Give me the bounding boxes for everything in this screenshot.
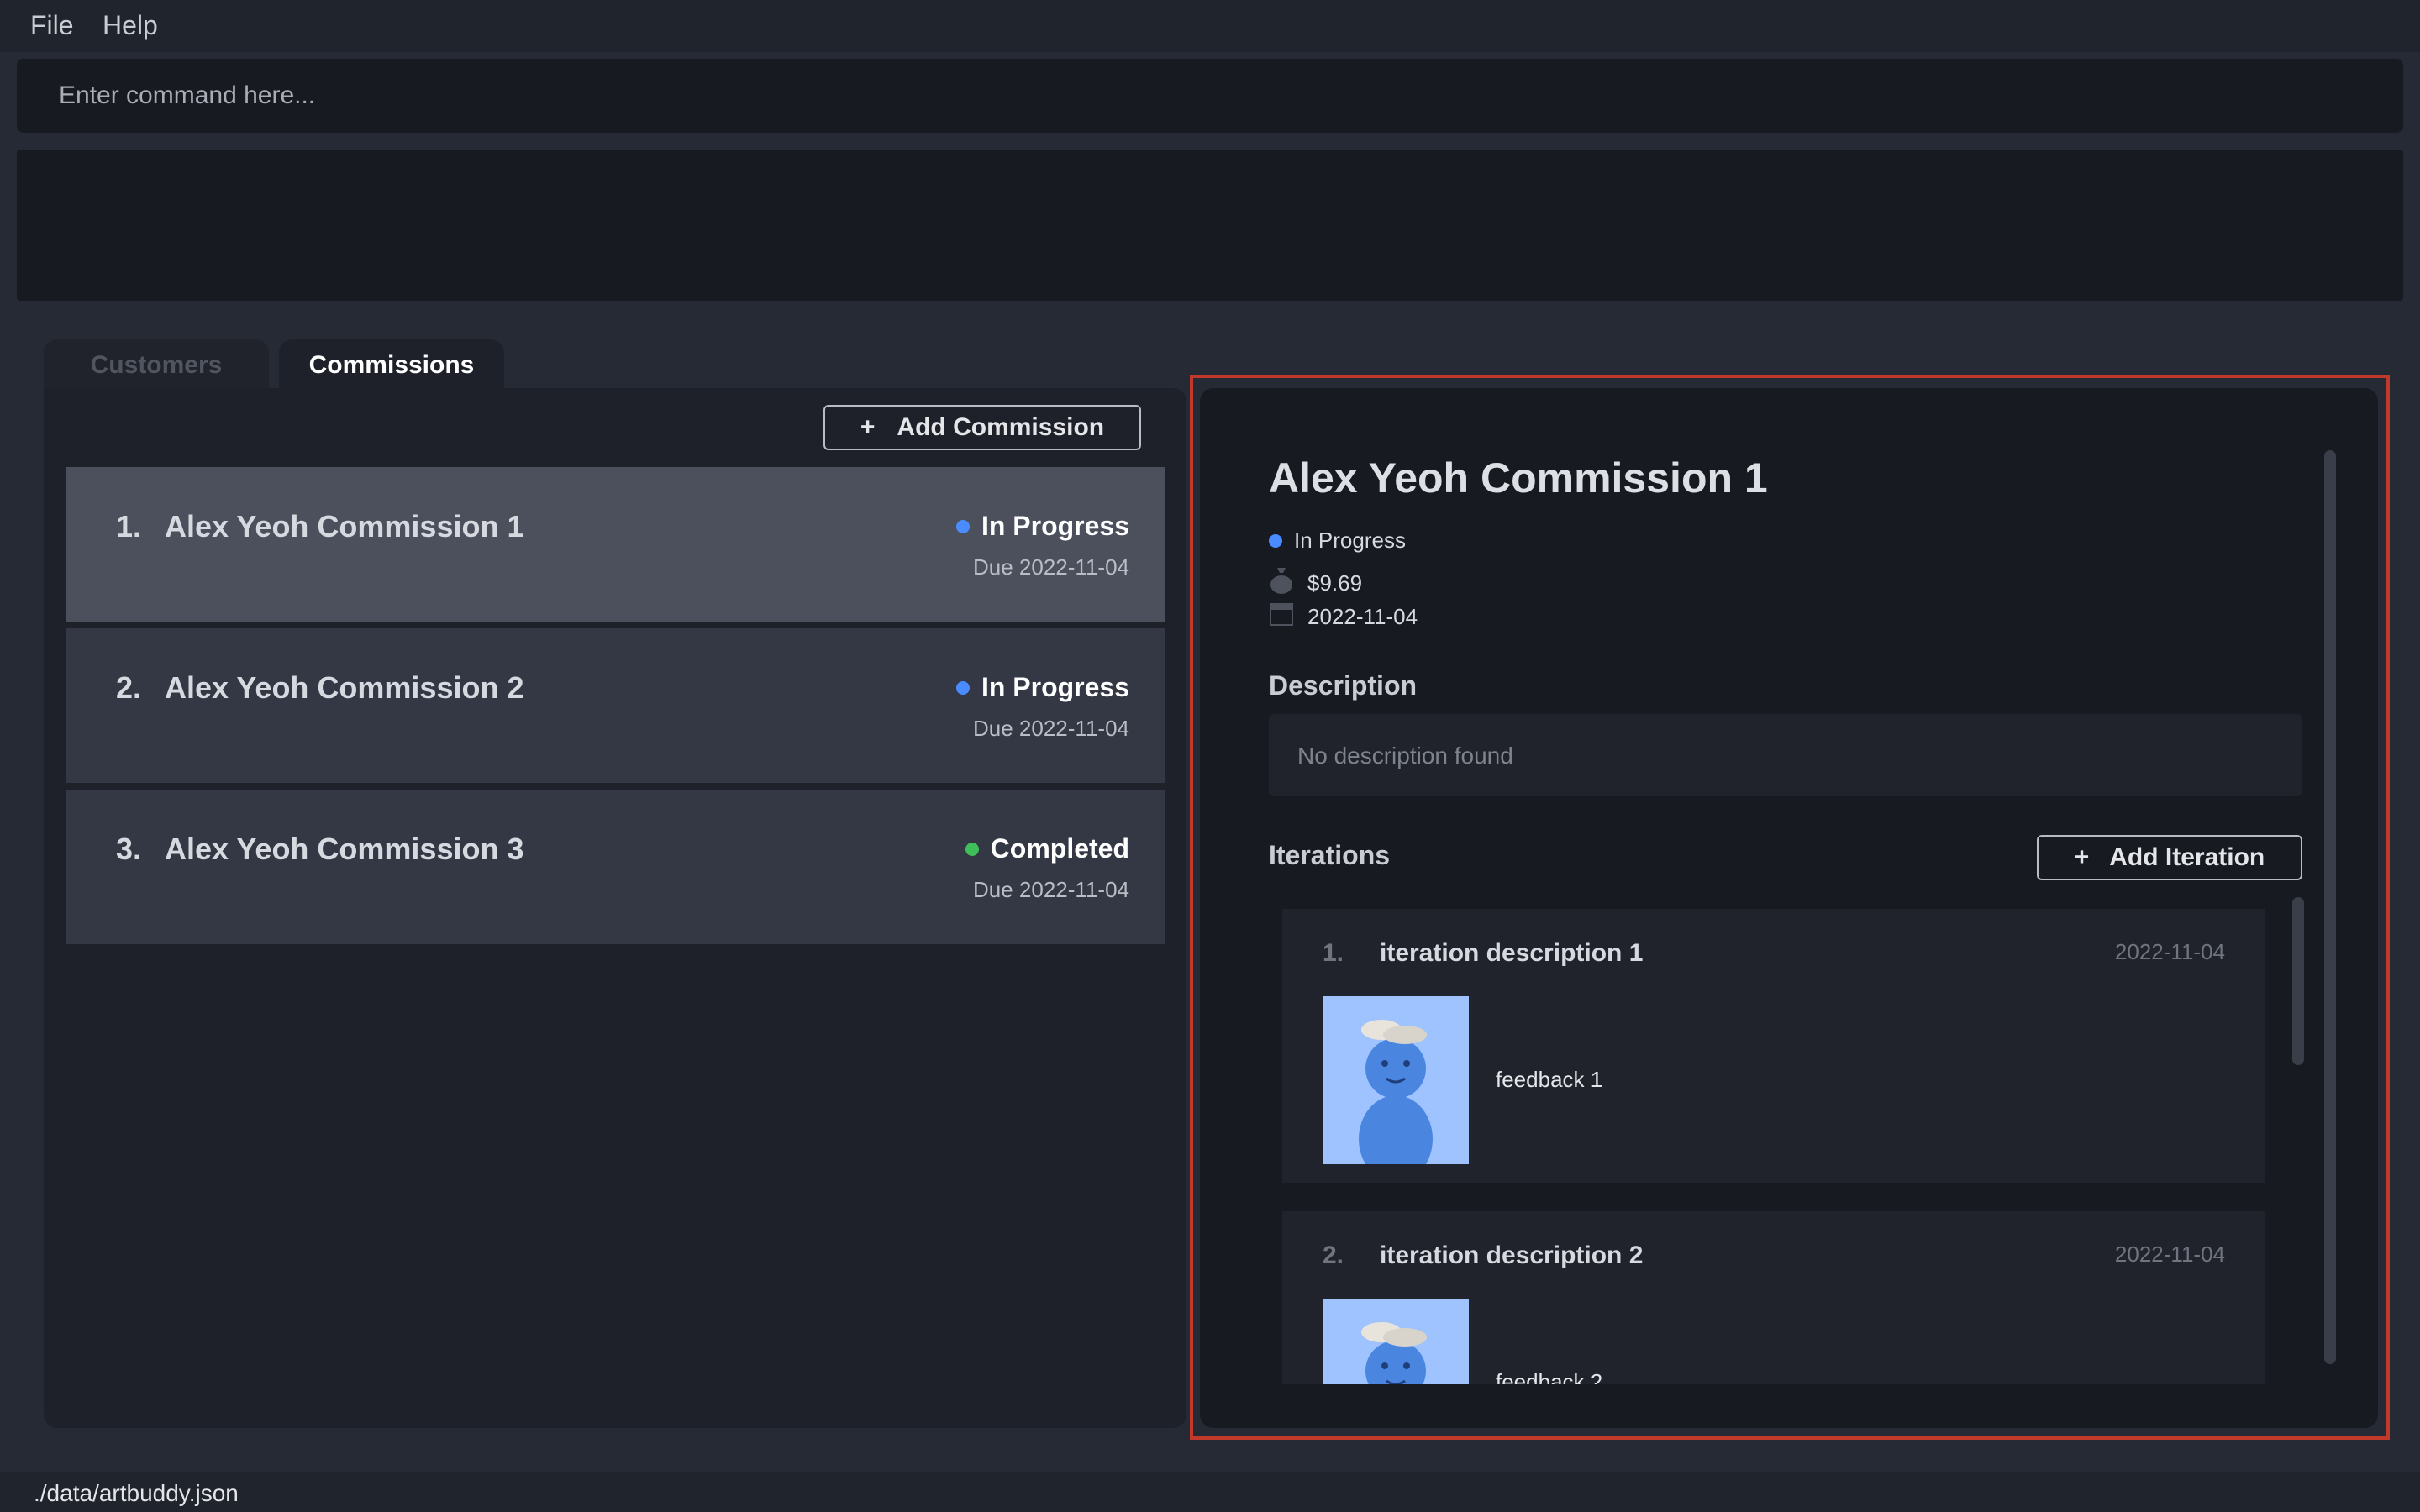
commission-title: Alex Yeoh Commission 1	[165, 509, 524, 543]
iteration-index: 1.	[1323, 939, 1344, 967]
add-iteration-label: Add Iteration	[2109, 843, 2265, 871]
plus-icon: +	[2074, 843, 2090, 871]
commission-title: Alex Yeoh Commission 3	[165, 832, 524, 866]
commission-status: In Progress	[955, 511, 1129, 542]
result-display	[17, 150, 2403, 301]
detail-title: Alex Yeoh Commission 1	[1269, 454, 1768, 501]
money-bag-icon	[1269, 566, 1294, 601]
iteration-artwork-image	[1323, 996, 1469, 1164]
description-heading: Description	[1269, 670, 1418, 701]
commission-status-label: In Progress	[981, 511, 1129, 541]
iteration-list-item[interactable]: 2. iteration description 2 2022-11-04 fe…	[1282, 1211, 2265, 1384]
detail-status-label: In Progress	[1294, 528, 1406, 553]
iteration-list: 1. iteration description 1 2022-11-04 fe…	[1282, 909, 2274, 1384]
status-dot-icon	[955, 519, 970, 533]
detail-deadline: 2022-11-04	[1269, 601, 1418, 633]
status-bar	[0, 1472, 2420, 1512]
commission-list-item[interactable]: 3. Alex Yeoh Commission 3 Completed Due …	[66, 790, 1165, 944]
iteration-artwork-image	[1323, 1299, 1469, 1384]
iteration-date: 2022-11-04	[2114, 1242, 2225, 1267]
iteration-list-item[interactable]: 1. iteration description 1 2022-11-04 fe…	[1282, 909, 2265, 1183]
commission-status-label: Completed	[990, 833, 1129, 864]
detail-status: In Progress	[1269, 528, 1406, 554]
status-dot-icon	[965, 842, 979, 856]
commission-due: Due 2022-11-04	[973, 716, 1129, 741]
iteration-title: iteration description 2	[1380, 1242, 1644, 1269]
iterations-scrollbar[interactable]	[2292, 897, 2304, 1065]
commission-due: Due 2022-11-04	[973, 877, 1129, 902]
iterations-heading: Iterations	[1269, 840, 1391, 870]
iteration-feedback: feedback 2	[1496, 1369, 1603, 1384]
commission-status: In Progress	[955, 672, 1129, 703]
detail-deadline-value: 2022-11-04	[1307, 604, 1418, 629]
add-commission-button[interactable]: + Add Commission	[823, 405, 1141, 450]
commission-index: 3.	[116, 832, 142, 866]
iteration-date: 2022-11-04	[2114, 939, 2225, 964]
commission-index: 2.	[116, 670, 142, 705]
commission-index: 1.	[116, 509, 142, 543]
command-input[interactable]	[17, 59, 2403, 133]
commission-due: Due 2022-11-04	[973, 554, 1129, 580]
menu-bar	[0, 0, 2420, 52]
add-iteration-button[interactable]: + Add Iteration	[2037, 835, 2302, 880]
tab-commissions[interactable]: Commissions	[279, 339, 504, 391]
detail-fee-value: $9.69	[1307, 570, 1363, 596]
plus-icon: +	[860, 413, 876, 441]
tab-customers[interactable]: Customers	[44, 339, 269, 391]
commission-title: Alex Yeoh Commission 2	[165, 670, 524, 705]
commission-status-label: In Progress	[981, 672, 1129, 702]
iteration-feedback: feedback 1	[1496, 1067, 1603, 1092]
detail-fee: $9.69	[1269, 566, 1362, 601]
iteration-index: 2.	[1323, 1242, 1344, 1269]
status-dot-icon	[955, 680, 970, 695]
status-dot-icon	[1269, 533, 1282, 548]
calendar-icon	[1269, 601, 1294, 633]
commission-list-item[interactable]: 1. Alex Yeoh Commission 1 In Progress Du…	[66, 467, 1165, 622]
menu-help[interactable]: Help	[103, 10, 158, 41]
detail-scrollbar[interactable]	[2324, 450, 2336, 1364]
add-commission-label: Add Commission	[897, 413, 1105, 441]
commission-detail-panel: Alex Yeoh Commission 1 In Progress $9.69…	[1200, 388, 2378, 1428]
commission-status: Completed	[965, 833, 1129, 864]
data-file-path: ./data/artbuddy.json	[34, 1480, 239, 1506]
description-text: No description found	[1269, 714, 2302, 796]
menu-file[interactable]: File	[30, 10, 74, 41]
commission-list-item[interactable]: 2. Alex Yeoh Commission 2 In Progress Du…	[66, 628, 1165, 783]
iteration-title: iteration description 1	[1380, 939, 1644, 967]
